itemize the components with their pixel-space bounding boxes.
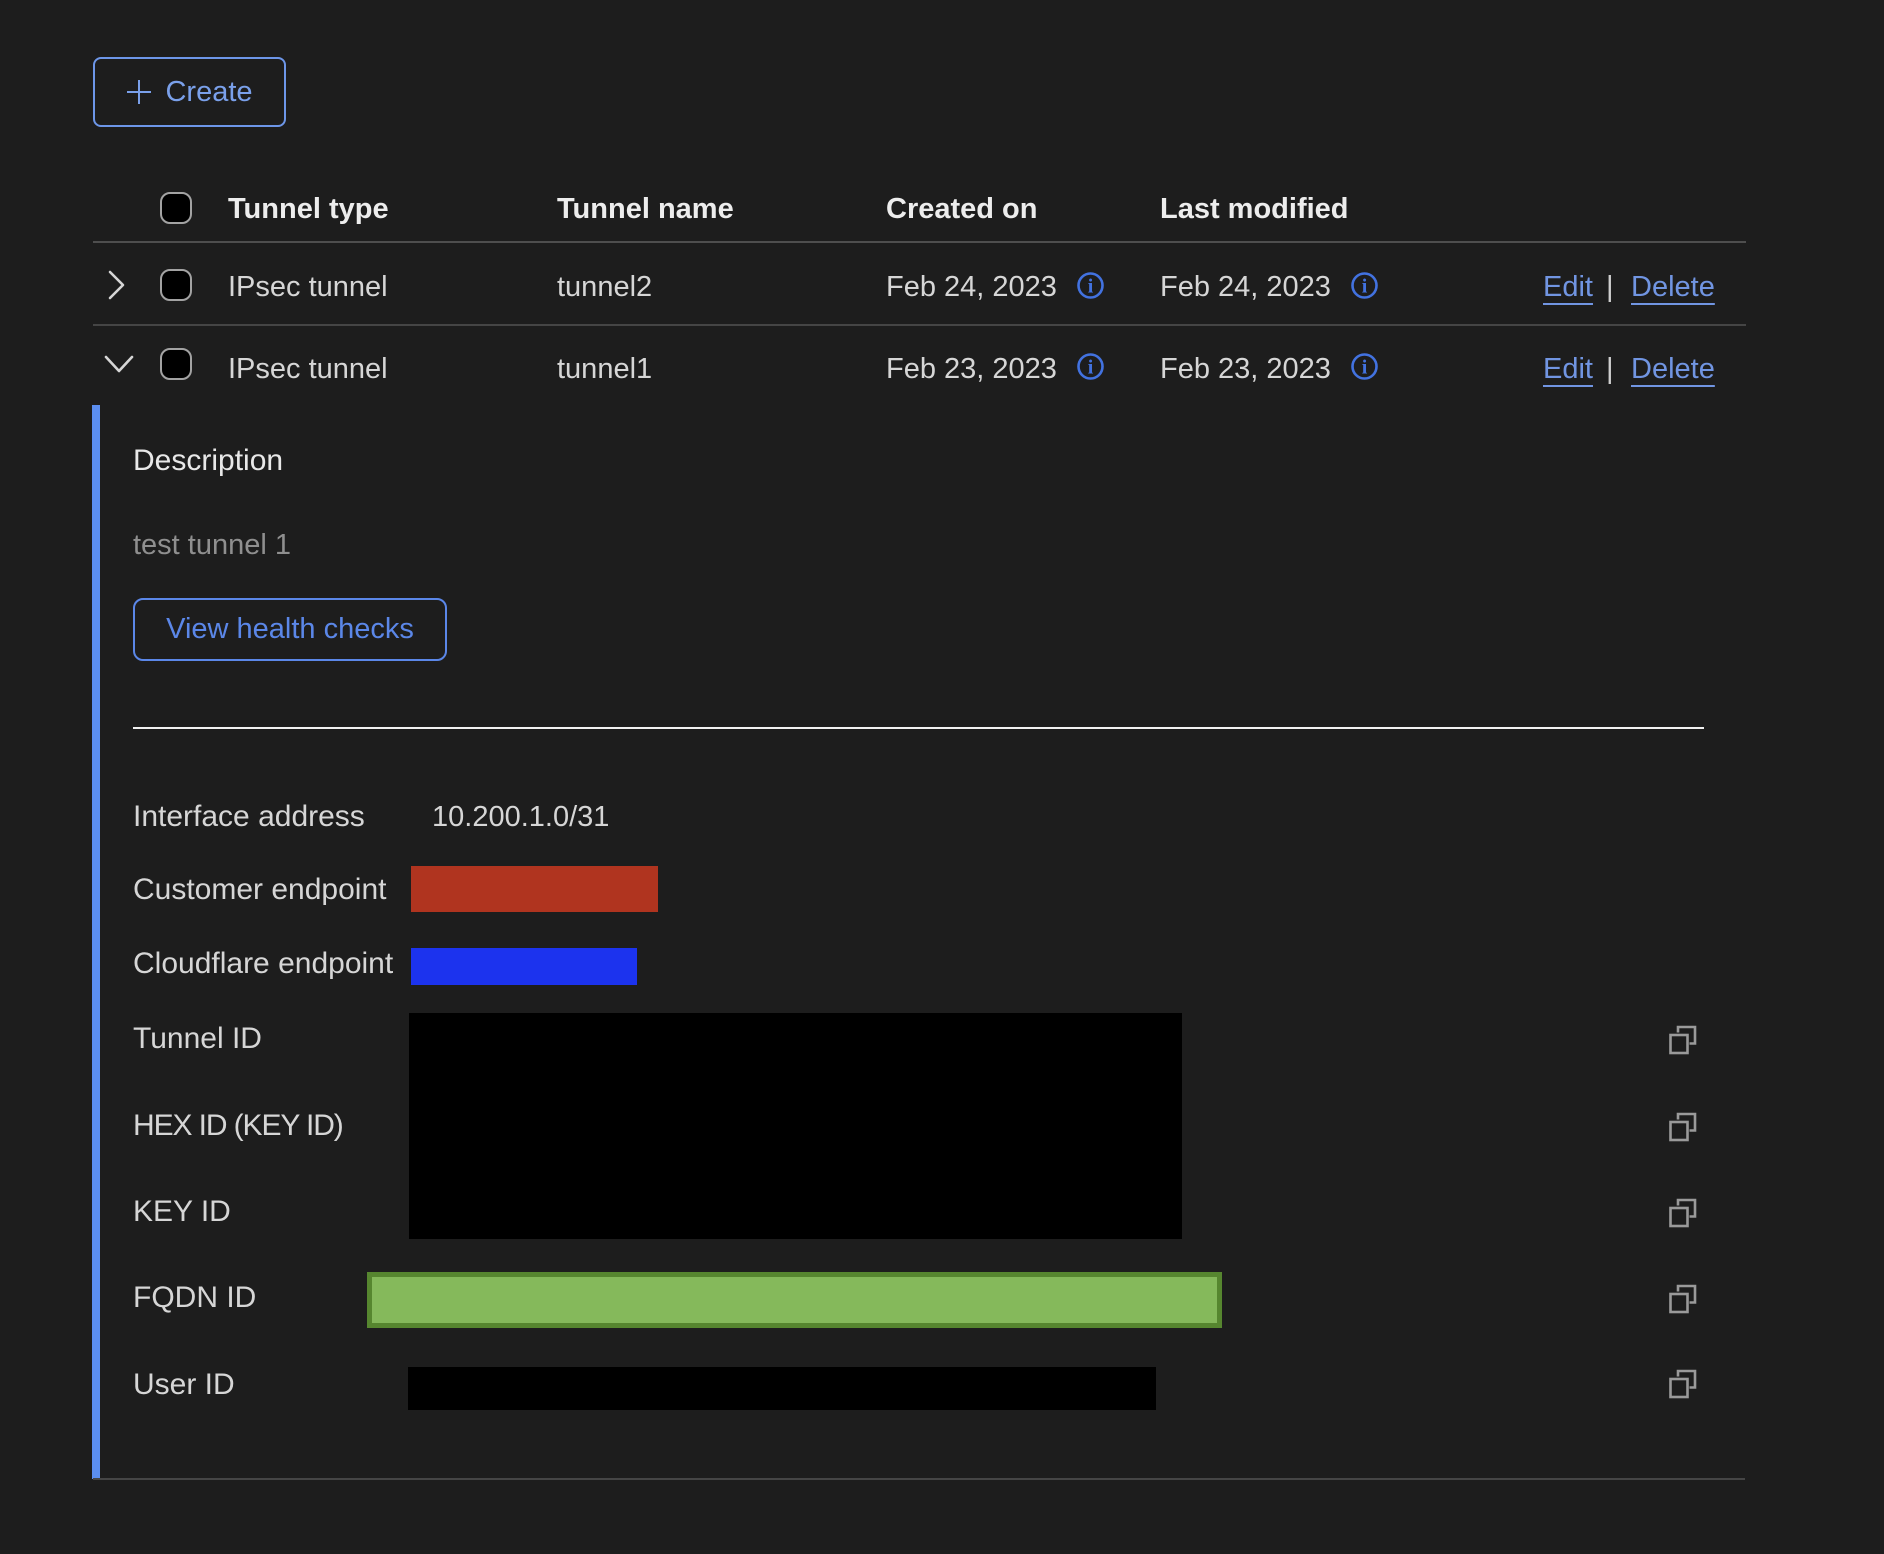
svg-text:i: i — [1362, 357, 1368, 379]
svg-text:i: i — [1088, 276, 1094, 298]
svg-text:i: i — [1362, 276, 1368, 298]
svg-text:i: i — [1088, 357, 1094, 379]
